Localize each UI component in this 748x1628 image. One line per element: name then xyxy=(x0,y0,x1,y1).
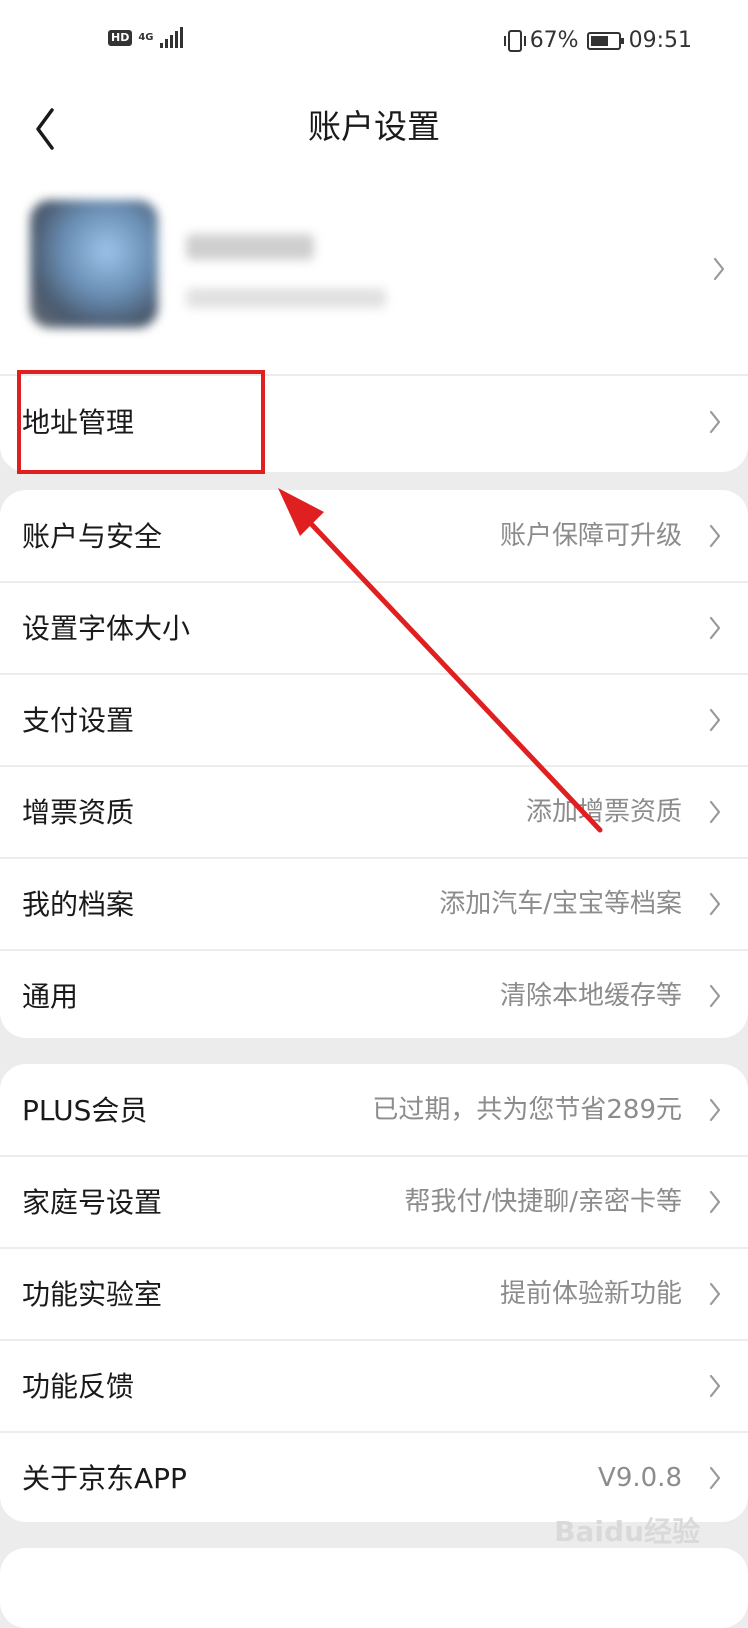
row-family-account[interactable]: 家庭号设置 帮我付/快捷聊/亲密卡等 xyxy=(0,1156,748,1249)
row-label: 功能反馈 xyxy=(22,1370,135,1403)
chevron-right-icon xyxy=(709,892,721,916)
page-title: 账户设置 xyxy=(308,107,440,146)
row-label: 地址管理 xyxy=(22,406,135,439)
battery-percent: 67% xyxy=(529,28,579,53)
clock: 09:51 xyxy=(628,28,692,53)
chevron-right-icon xyxy=(709,1098,721,1122)
row-general[interactable]: 通用 清除本地缓存等 xyxy=(0,950,748,1043)
row-value: 帮我付/快捷聊/亲密卡等 xyxy=(404,1187,682,1217)
status-right: 67% 09:51 xyxy=(503,28,692,53)
chevron-right-icon xyxy=(709,1282,721,1306)
profile-row[interactable] xyxy=(0,176,748,380)
row-label: 我的档案 xyxy=(22,888,135,921)
row-label: 增票资质 xyxy=(22,796,135,829)
row-font-size[interactable]: 设置字体大小 xyxy=(0,582,748,675)
row-payment-settings[interactable]: 支付设置 xyxy=(0,674,748,767)
chevron-right-icon xyxy=(709,1374,721,1398)
nav-bar: 账户设置 xyxy=(0,86,748,176)
row-label: 设置字体大小 xyxy=(22,612,191,645)
row-vat-invoice[interactable]: 增票资质 添加增票资质 xyxy=(0,766,748,859)
row-label: PLUS会员 xyxy=(22,1094,148,1127)
account-info-blurred xyxy=(186,288,386,308)
row-label: 账户与安全 xyxy=(22,520,163,553)
avatar xyxy=(30,200,158,328)
profile-card: 地址管理 xyxy=(0,176,748,472)
chevron-right-icon xyxy=(709,800,721,824)
row-value: 已过期，共为您节省289元 xyxy=(372,1095,682,1125)
row-plus-member[interactable]: PLUS会员 已过期，共为您节省289元 xyxy=(0,1064,748,1157)
chevron-right-icon xyxy=(709,1190,721,1214)
status-bar: HD 4G 67% 09:51 xyxy=(0,0,748,86)
settings-group-next xyxy=(0,1548,748,1628)
chevron-right-icon xyxy=(709,1466,721,1490)
chevron-right-icon xyxy=(709,524,721,548)
chevron-right-icon xyxy=(709,984,721,1008)
chevron-right-icon xyxy=(709,616,721,640)
hd-badge: HD xyxy=(108,30,133,46)
row-address-management[interactable]: 地址管理 xyxy=(0,376,748,469)
row-my-profile[interactable]: 我的档案 添加汽车/宝宝等档案 xyxy=(0,858,748,951)
vibrate-icon xyxy=(503,29,526,52)
status-left: HD 4G xyxy=(108,27,183,48)
row-account-security[interactable]: 账户与安全 账户保障可升级 xyxy=(0,490,748,583)
chevron-right-icon xyxy=(713,257,725,281)
watermark: Baidu经验 xyxy=(554,1515,700,1548)
chevron-right-icon xyxy=(709,708,721,732)
settings-group-more: PLUS会员 已过期，共为您节省289元 家庭号设置 帮我付/快捷聊/亲密卡等 … xyxy=(0,1064,748,1522)
nickname-blurred xyxy=(186,234,314,260)
chevron-right-icon xyxy=(709,410,721,434)
row-label: 通用 xyxy=(22,980,79,1013)
settings-group-account: 账户与安全 账户保障可升级 设置字体大小 支付设置 增票资质 添加增票资质 我的… xyxy=(0,490,748,1038)
row-label: 家庭号设置 xyxy=(22,1186,163,1219)
row-feature-lab[interactable]: 功能实验室 提前体验新功能 xyxy=(0,1248,748,1341)
row-label: 关于京东APP xyxy=(22,1462,187,1495)
row-feedback[interactable]: 功能反馈 xyxy=(0,1340,748,1433)
row-value: 提前体验新功能 xyxy=(499,1279,682,1309)
row-value: 账户保障可升级 xyxy=(499,521,682,551)
row-label: 功能实验室 xyxy=(22,1278,163,1311)
network-type: 4G xyxy=(138,32,154,43)
row-value: 清除本地缓存等 xyxy=(499,981,682,1011)
row-label: 支付设置 xyxy=(22,704,135,737)
row-value: 添加增票资质 xyxy=(525,797,682,827)
signal-icon xyxy=(159,27,183,48)
battery-icon xyxy=(586,31,624,50)
row-value: 添加汽车/宝宝等档案 xyxy=(439,889,682,919)
